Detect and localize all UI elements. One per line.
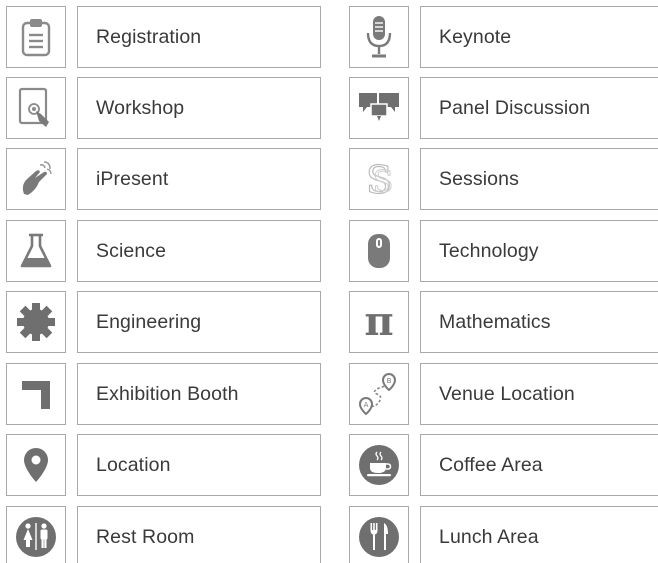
restroom-icon [15,516,57,558]
microphone-icon [364,15,394,59]
svg-text:S: S [373,165,394,199]
ipresent-label: iPresent [96,167,169,190]
row-6: Exhibition Booth B A Venue Location [0,363,658,425]
registration-icon-cell[interactable] [6,6,66,68]
flask-icon [19,232,53,270]
science-label-cell[interactable]: Science [77,220,321,282]
mathematics-label: Mathematics [439,310,551,333]
panel-discussion-label-cell[interactable]: Panel Discussion [420,77,658,139]
mathematics-label-cell[interactable]: Mathematics [420,291,658,353]
workshop-icon-cell[interactable] [6,77,66,139]
venue-location-label-cell[interactable]: Venue Location [420,363,658,425]
location-icon-cell[interactable] [6,434,66,496]
venue-location-label: Venue Location [439,382,575,405]
lunch-area-label-cell[interactable]: Lunch Area [420,506,658,563]
ipresent-label-cell[interactable]: iPresent [77,148,321,210]
exhibition-booth-icon-cell[interactable] [6,363,66,425]
row-4: Science Technology [0,220,658,282]
fork-knife-icon [358,516,400,558]
hand-gesture-icon [18,160,54,198]
technology-label: Technology [439,239,539,262]
svg-text:B: B [387,377,392,385]
keynote-icon-cell[interactable] [349,6,409,68]
icon-legend-grid: Registration Keynote Workshop Panel Disc… [0,0,658,563]
s-letter-icon: S S [360,159,398,199]
panel-discussion-icon-cell[interactable] [349,77,409,139]
row-5: Engineering π Mathematics [0,291,658,353]
mouse-icon [366,232,392,270]
ipresent-icon-cell[interactable] [6,148,66,210]
technology-icon-cell[interactable] [349,220,409,282]
chat-bubbles-icon [357,90,401,126]
lunch-area-icon-cell[interactable] [349,506,409,563]
keynote-label: Keynote [439,25,512,48]
row-3: iPresent S S Sessions [0,148,658,210]
panel-discussion-label: Panel Discussion [439,96,591,119]
rest-room-label: Rest Room [96,525,195,548]
coffee-area-icon-cell[interactable] [349,434,409,496]
svg-text:A: A [364,401,369,409]
exhibition-booth-label-cell[interactable]: Exhibition Booth [77,363,321,425]
booth-corner-icon [19,377,53,411]
route-icon: B A [357,372,401,416]
location-label: Location [96,453,171,476]
coffee-area-label-cell[interactable]: Coffee Area [420,434,658,496]
workshop-label: Workshop [96,96,185,119]
technology-label-cell[interactable]: Technology [420,220,658,282]
registration-label-cell[interactable]: Registration [77,6,321,68]
row-8: Rest Room Lunch Area [0,506,658,563]
keynote-label-cell[interactable]: Keynote [420,6,658,68]
clipboard-icon [19,17,53,57]
row-2: Workshop Panel Discussion [0,77,658,139]
map-pin-icon [22,446,50,484]
sessions-label-cell[interactable]: Sessions [420,148,658,210]
venue-location-icon-cell[interactable]: B A [349,363,409,425]
engineering-label-cell[interactable]: Engineering [77,291,321,353]
engineering-icon-cell[interactable] [6,291,66,353]
row-7: Location Coffee Area [0,434,658,496]
coffee-area-label: Coffee Area [439,453,543,476]
pi-icon: π [359,302,399,342]
science-icon-cell[interactable] [6,220,66,282]
row-1: Registration Keynote [0,6,658,68]
workshop-label-cell[interactable]: Workshop [77,77,321,139]
engineering-label: Engineering [96,310,202,333]
gear-icon [16,302,56,342]
rest-room-label-cell[interactable]: Rest Room [77,506,321,563]
mathematics-icon-cell[interactable]: π [349,291,409,353]
sessions-label: Sessions [439,167,519,190]
coffee-cup-icon [358,444,400,486]
tablet-touch-icon [17,87,55,129]
sessions-icon-cell[interactable]: S S [349,148,409,210]
rest-room-icon-cell[interactable] [6,506,66,563]
lunch-area-label: Lunch Area [439,525,539,548]
svg-text:π: π [364,302,393,342]
exhibition-booth-label: Exhibition Booth [96,382,239,405]
location-label-cell[interactable]: Location [77,434,321,496]
registration-label: Registration [96,25,202,48]
science-label: Science [96,239,167,262]
